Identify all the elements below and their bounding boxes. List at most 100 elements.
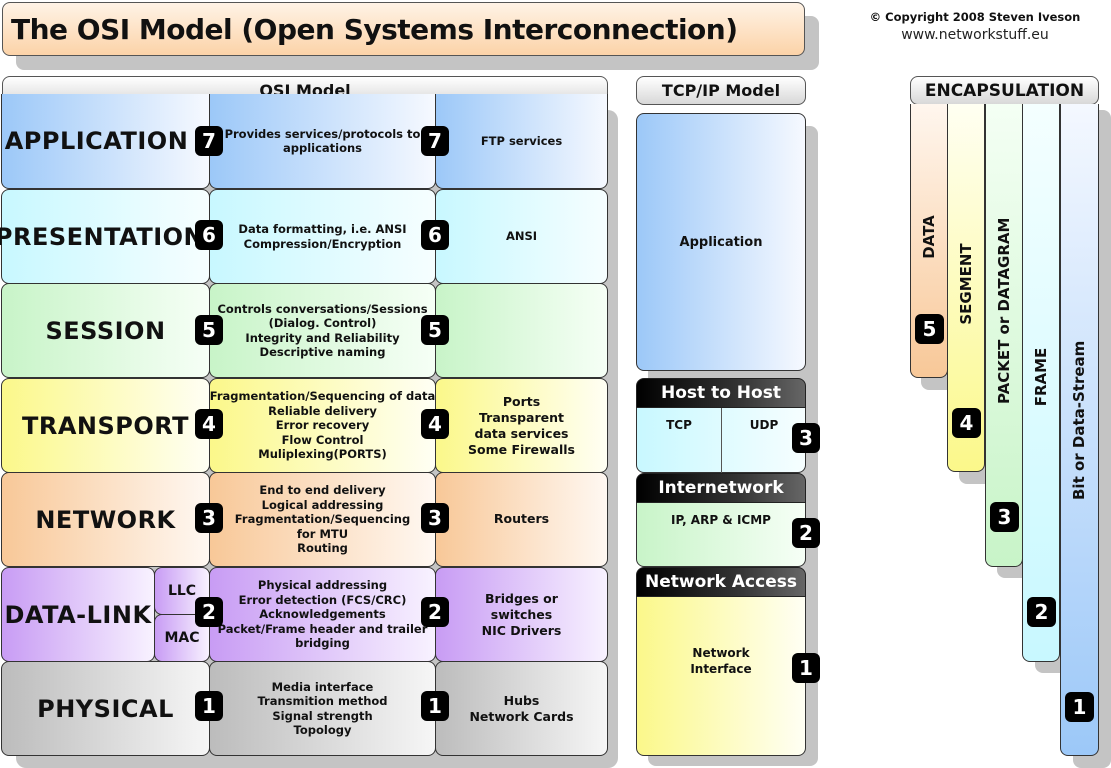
- description-line: for MTU: [296, 526, 349, 541]
- osi-layer-name-session: SESSION: [1, 283, 210, 378]
- osi-layer-name-physical: PHYSICAL: [1, 661, 210, 756]
- sublayer-llc-label: LLC: [167, 583, 197, 599]
- osi-layer-examples-physical: Hubs Network Cards: [435, 661, 608, 756]
- tcpip-model-header-label: TCP/IP Model: [661, 81, 781, 100]
- osi-layer-description-network: End to end delivery Logical addressing Fra…: [209, 472, 436, 567]
- osi-layer-name-presentation: PRESENTATION: [0, 189, 210, 284]
- description-line: Error detection (FCS/CRC): [238, 592, 407, 607]
- encap-number-badge: 3: [990, 502, 1019, 532]
- encap-number-badge: 1: [1065, 692, 1094, 722]
- layer-number-badge: 6: [421, 220, 449, 250]
- encap-number-badge: 4: [952, 408, 981, 438]
- network-interface-label: Network Interface: [690, 645, 751, 677]
- description-line: Routing: [297, 541, 348, 556]
- description-line: Data formatting, i.e. ANSI: [238, 222, 407, 236]
- network-access-body: Network Interface: [636, 596, 806, 756]
- description-line: Fragmentation/Sequencing of data: [209, 389, 436, 404]
- tcpip-layer-number-badge: 1: [792, 653, 820, 683]
- description-line: Integrity and Reliability: [245, 330, 400, 345]
- sublayer-mac-label: MAC: [164, 630, 200, 646]
- description-lines: Fragmentation/Sequencing of data Reliable…: [210, 389, 436, 462]
- description-lines: Controls conversations/Sessions (Dialog. …: [217, 302, 427, 360]
- example-lines: Routers: [494, 512, 549, 527]
- example-lines: FTP services: [481, 134, 562, 149]
- encap-number-badge: 2: [1027, 597, 1056, 627]
- description-line: End to end delivery: [259, 483, 386, 498]
- osi-layer-description-presentation: Data formatting, i.e. ANSI Compression/En…: [209, 189, 436, 284]
- osi-layer-description-transport: Fragmentation/Sequencing of data Reliable…: [209, 378, 436, 473]
- osi-layer-name-network: NETWORK: [1, 472, 210, 567]
- description-line: Reliable delivery: [268, 403, 377, 418]
- description-lines: End to end delivery Logical addressing Fra…: [235, 483, 410, 556]
- description-line: Signal strength: [272, 708, 373, 723]
- example-line: Hubs: [503, 692, 540, 708]
- encapsulation-header-label: ENCAPSULATION: [924, 80, 1085, 101]
- encap-label-segment: SEGMENT: [957, 243, 975, 325]
- osi-layer-examples-transport: Ports Transparent data services Some Firewa…: [435, 378, 608, 473]
- layer-number-badge: 4: [195, 409, 223, 439]
- encapsulation-header: ENCAPSULATION: [910, 76, 1099, 105]
- osi-layer-description-data-link: Physical addressing Error detection (FCS/…: [209, 567, 436, 662]
- description-line: (Dialog. Control): [268, 316, 377, 330]
- internetwork-title: Internetwork: [658, 478, 784, 498]
- example-lines: Bridges or switches NIC Drivers: [482, 591, 562, 639]
- description-line: Compression/Encryption: [243, 236, 402, 251]
- copyright-text: © Copyright 2008 Steven Iveson: [869, 10, 1081, 24]
- example-line: Bridges or: [485, 590, 558, 606]
- layer-number-badge: 7: [421, 126, 449, 156]
- example-lines: Hubs Network Cards: [469, 693, 573, 725]
- osi-layer-examples-presentation: ANSI: [435, 189, 608, 284]
- network-access-title: Network Access: [645, 572, 797, 592]
- osi-layer-description-application: Provides services/protocols to applicatio…: [209, 94, 436, 189]
- osi-layer-examples-data-link: Bridges or switches NIC Drivers: [435, 567, 608, 662]
- description-lines: Data formatting, i.e. ANSI Compression/En…: [238, 222, 406, 251]
- description-lines: Physical addressing Error detection (FCS/…: [218, 578, 428, 651]
- tcpip-application-layer: Application: [636, 113, 806, 371]
- description-line: Packet/Frame header and trailer: [217, 621, 428, 636]
- example-line: data services: [474, 425, 569, 441]
- example-line: NIC Drivers: [481, 622, 562, 638]
- description-line: Descriptive naming: [259, 345, 386, 359]
- example-line: switches: [490, 606, 553, 622]
- encap-label-frame: FRAME: [1032, 347, 1050, 407]
- layer-number-badge: 1: [195, 691, 223, 721]
- layer-number-badge: 3: [195, 503, 223, 533]
- encap-label-packet: PACKET or DATAGRAM: [995, 217, 1013, 404]
- internetwork-body: IP, ARP & ICMP: [636, 502, 806, 567]
- osi-layer-examples-application: FTP services: [435, 94, 608, 189]
- example-line: Routers: [493, 511, 550, 527]
- host-to-host-body: TCP UDP: [636, 407, 806, 473]
- host-to-host-header: Host to Host: [636, 378, 806, 408]
- description-line: Controls conversations/Sessions: [217, 301, 428, 316]
- label-line: Interface: [690, 662, 752, 676]
- layer-number-badge: 2: [195, 597, 223, 627]
- description-line: Logical addressing: [261, 497, 384, 512]
- page-title: The OSI Model (Open Systems Interconnect…: [11, 12, 738, 46]
- osi-layer-description-session: Controls conversations/Sessions (Dialog. …: [209, 283, 436, 378]
- website-text: www.networkstuff.eu: [901, 27, 1049, 43]
- encap-label-bit: Bit or Data-Stream: [1070, 340, 1088, 500]
- osi-layer-examples-network: Routers: [435, 472, 608, 567]
- description-line: Flow Control: [281, 432, 364, 447]
- layer-number-badge: 6: [195, 220, 223, 250]
- layer-number-badge: 1: [421, 691, 449, 721]
- example-line: FTP services: [480, 133, 563, 148]
- layer-number-badge: 5: [421, 315, 449, 345]
- internetwork-header: Internetwork: [636, 473, 806, 503]
- layer-number-badge: 5: [195, 315, 223, 345]
- layer-number-badge: 4: [421, 409, 449, 439]
- osi-layer-name-data-link: DATA-LINK: [1, 567, 155, 662]
- description-line: Topology: [293, 723, 352, 737]
- network-access-header: Network Access: [636, 567, 806, 597]
- osi-layer-description-physical: Media interface Transmition method Signal …: [209, 661, 436, 756]
- example-line: Some Firewalls: [468, 441, 575, 457]
- description-line: Fragmentation/Sequencing: [234, 512, 411, 527]
- description-lines: Provides services/protocols to applicatio…: [225, 127, 421, 156]
- internetwork-protocols: IP, ARP & ICMP: [671, 513, 771, 527]
- layer-number-badge: 2: [421, 597, 449, 627]
- example-line: Transparent: [479, 409, 564, 425]
- osi-layer-name-transport: TRANSPORT: [1, 378, 210, 473]
- description-lines: Media interface Transmition method Signal …: [257, 680, 387, 738]
- tcp-protocol: TCP: [666, 418, 692, 432]
- encap-label-data: DATA: [920, 215, 938, 259]
